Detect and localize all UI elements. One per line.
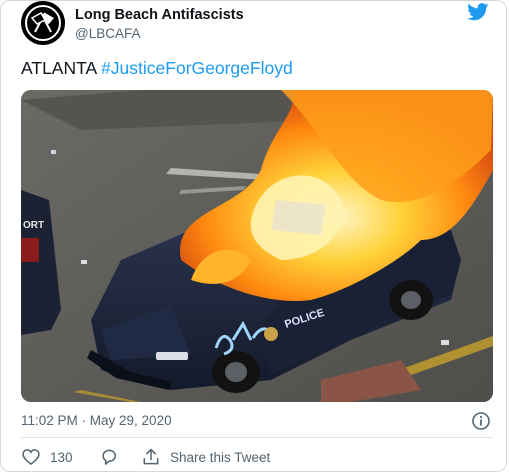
- tweet-photo[interactable]: POLICE ORT: [21, 90, 493, 402]
- hashtag-link[interactable]: #JusticeForGeorgeFloyd: [101, 58, 293, 78]
- tweet-body: ATLANTA: [21, 58, 102, 78]
- user-handle[interactable]: @LBCAFA: [75, 26, 140, 41]
- share-label: Share this Tweet: [170, 449, 271, 465]
- share-button[interactable]: Share this Tweet: [141, 446, 270, 468]
- burning-police-car-photo: POLICE ORT: [21, 90, 493, 402]
- tweet-actions: 130 Share this Tweet: [21, 446, 493, 470]
- info-icon[interactable]: [471, 411, 491, 431]
- twitter-bird-icon[interactable]: [467, 3, 489, 21]
- display-name[interactable]: Long Beach Antifascists: [75, 7, 244, 23]
- tweet-timestamp[interactable]: 11:02 PM · May 29, 2020: [21, 413, 172, 428]
- black-flag-icon: [21, 1, 65, 45]
- svg-text:ORT: ORT: [23, 220, 44, 231]
- reply-button[interactable]: [99, 446, 119, 468]
- tweet-header: Long Beach Antifascists @LBCAFA: [21, 1, 491, 49]
- avatar[interactable]: [21, 1, 65, 45]
- reply-icon: [102, 449, 116, 465]
- share-icon: [143, 448, 159, 465]
- tweet-card: Long Beach Antifascists @LBCAFA ATLANTA …: [0, 0, 507, 472]
- like-count: 130: [50, 449, 73, 465]
- like-button[interactable]: 130: [21, 446, 73, 468]
- tweet-text: ATLANTA #JusticeForGeorgeFloyd: [21, 58, 293, 79]
- divider: [21, 437, 493, 438]
- heart-icon: [22, 449, 40, 466]
